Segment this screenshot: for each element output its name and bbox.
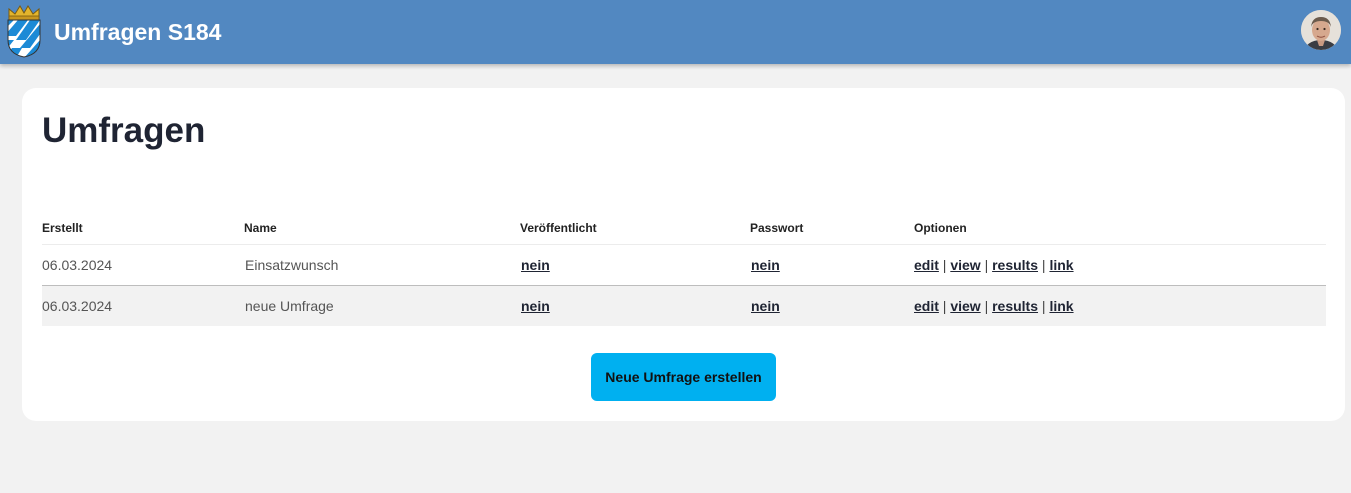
- table-header-row: Erstellt Name Veröffentlicht Passwort Op…: [42, 214, 1326, 245]
- table-row: 06.03.2024 neue Umfrage nein nein edit |…: [42, 286, 1326, 326]
- row-options: edit | view | results | link: [914, 257, 1074, 273]
- column-header-erstellt: Erstellt: [42, 221, 83, 235]
- password-toggle-link[interactable]: nein: [751, 257, 780, 273]
- option-separator: |: [1041, 298, 1046, 314]
- top-navbar: Umfragen S184: [0, 0, 1351, 64]
- column-header-optionen: Optionen: [914, 221, 967, 235]
- edit-link[interactable]: edit: [914, 257, 939, 273]
- share-link[interactable]: link: [1049, 257, 1073, 273]
- page-title: Umfragen: [42, 111, 206, 150]
- edit-link[interactable]: edit: [914, 298, 939, 314]
- view-link[interactable]: view: [950, 257, 980, 273]
- results-link[interactable]: results: [992, 257, 1038, 273]
- column-header-name: Name: [244, 221, 277, 235]
- surveys-table: Erstellt Name Veröffentlicht Passwort Op…: [42, 214, 1326, 326]
- view-link[interactable]: view: [950, 298, 980, 314]
- new-survey-button[interactable]: Neue Umfrage erstellen: [591, 353, 776, 401]
- option-separator: |: [984, 298, 989, 314]
- survey-name: neue Umfrage: [245, 298, 334, 314]
- option-separator: |: [984, 257, 989, 273]
- app-title[interactable]: Umfragen S184: [54, 17, 221, 47]
- user-avatar[interactable]: [1301, 10, 1341, 50]
- bavaria-coat-of-arms-icon[interactable]: [6, 4, 42, 58]
- survey-name: Einsatzwunsch: [245, 257, 339, 273]
- surveys-card: Umfragen Erstellt Name Veröffentlicht Pa…: [22, 88, 1345, 421]
- option-separator: |: [942, 257, 947, 273]
- created-date: 06.03.2024: [42, 257, 113, 273]
- password-toggle-link[interactable]: nein: [751, 298, 780, 314]
- share-link[interactable]: link: [1049, 298, 1073, 314]
- column-header-veroeffentlicht: Veröffentlicht: [520, 221, 597, 235]
- published-toggle-link[interactable]: nein: [521, 298, 550, 314]
- table-row: 06.03.2024 Einsatzwunsch nein nein edit …: [42, 245, 1326, 286]
- published-toggle-link[interactable]: nein: [521, 257, 550, 273]
- option-separator: |: [942, 298, 947, 314]
- row-options: edit | view | results | link: [914, 298, 1074, 314]
- option-separator: |: [1041, 257, 1046, 273]
- results-link[interactable]: results: [992, 298, 1038, 314]
- created-date: 06.03.2024: [42, 298, 113, 314]
- column-header-passwort: Passwort: [750, 221, 804, 235]
